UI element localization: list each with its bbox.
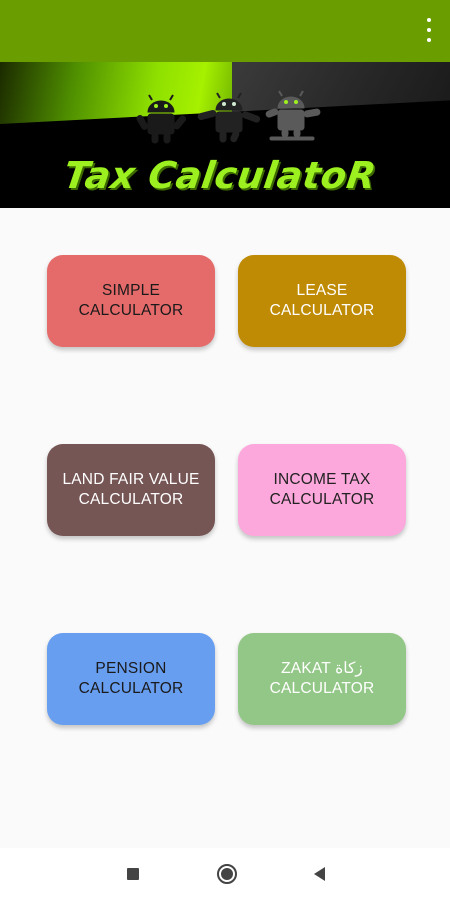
lease-calculator-button[interactable]: LEASE CALCULATOR xyxy=(238,255,406,347)
recent-apps-icon[interactable] xyxy=(113,856,153,892)
land-fair-value-calculator-button[interactable]: LAND FAIR VALUE CALCULATOR xyxy=(47,444,215,536)
zakat-calculator-button[interactable]: ZAKAT زكاة CALCULATOR xyxy=(238,633,406,725)
back-icon[interactable] xyxy=(299,856,339,892)
android-robot-icon xyxy=(136,90,321,144)
income-tax-calculator-button[interactable]: INCOME TAX CALCULATOR xyxy=(238,444,406,536)
app-bar xyxy=(0,0,450,62)
more-vert-icon[interactable] xyxy=(420,15,438,45)
pension-calculator-button[interactable]: PENSION CALCULATOR xyxy=(47,633,215,725)
banner-title: Tax CalculatoR xyxy=(61,154,379,197)
home-icon[interactable] xyxy=(207,856,247,892)
simple-calculator-button[interactable]: SIMPLE CALCULATOR xyxy=(47,255,215,347)
system-navigation-bar xyxy=(0,848,450,900)
header-banner: Tax CalculatoR xyxy=(0,62,450,208)
